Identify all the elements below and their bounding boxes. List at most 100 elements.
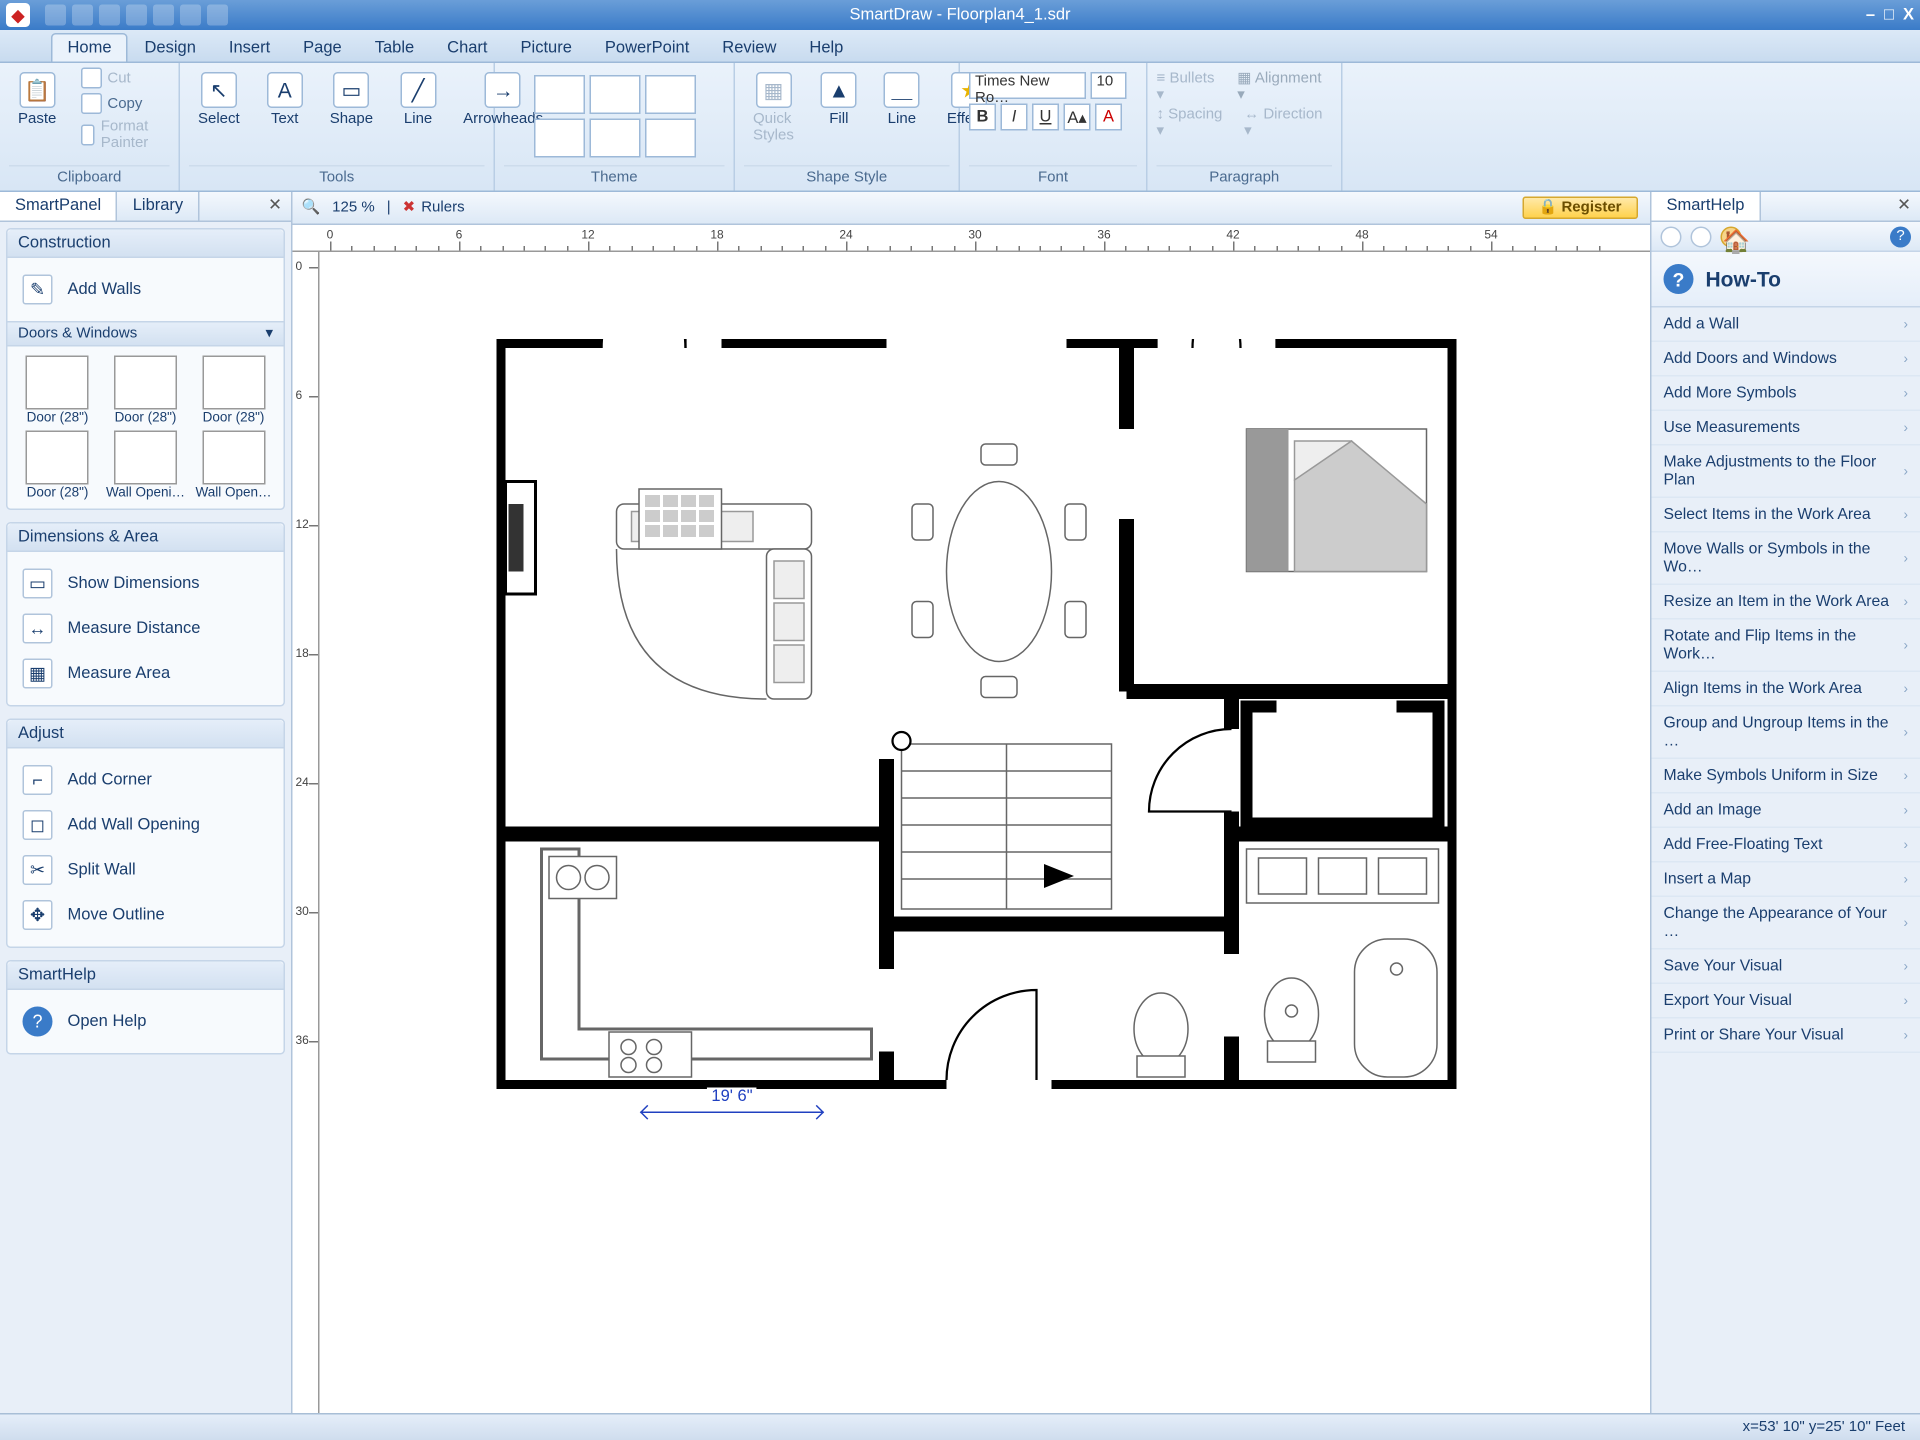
minimize-button[interactable]: – [1866,6,1875,24]
fill-button[interactable]: ▲Fill [812,66,866,134]
drawing-canvas[interactable]: 19' 6" [320,252,1651,1413]
quick-styles-button[interactable]: ▦Quick Styles [744,66,803,150]
tab-help[interactable]: Help [793,33,860,62]
howto-item[interactable]: Make Symbols Uniform in Size› [1652,759,1920,794]
zoom-icon[interactable]: 🔍 [302,200,321,217]
spacing-button[interactable]: ↕ Spacing ▾ [1157,107,1233,140]
direction-button[interactable]: ↔ Direction ▾ [1244,107,1332,140]
font-color-button[interactable]: A [1095,104,1122,131]
howto-item[interactable]: Add a Wall› [1652,308,1920,343]
font-size-select[interactable]: 10 [1091,72,1127,99]
add-corner-tool[interactable]: ⌐Add Corner [17,758,275,803]
door-symbol[interactable]: Door (28") [192,356,274,425]
italic-button[interactable]: I [1001,104,1028,131]
grow-font-button[interactable]: A▴ [1064,104,1091,131]
tab-chart[interactable]: Chart [431,33,504,62]
howto-item[interactable]: Add an Image› [1652,794,1920,829]
howto-item[interactable]: Rotate and Flip Items in the Work…› [1652,620,1920,673]
styles-icon: ▦ [755,72,791,108]
qat-save-icon[interactable] [99,5,120,26]
tab-smarthelp[interactable]: SmartHelp [1652,192,1761,221]
chevron-right-icon: › [1904,551,1909,566]
tab-library[interactable]: Library [118,192,200,221]
howto-item[interactable]: Select Items in the Work Area› [1652,498,1920,533]
tab-powerpoint[interactable]: PowerPoint [588,33,705,62]
paste-button[interactable]: 📋Paste [9,66,65,134]
bullets-button[interactable]: ≡ Bullets ▾ [1157,71,1226,104]
howto-item[interactable]: Make Adjustments to the Floor Plan› [1652,446,1920,499]
door-symbol[interactable]: Door (28") [17,431,99,500]
howto-item[interactable]: Add Free-Floating Text› [1652,828,1920,863]
floorplan-drawing[interactable] [497,339,1457,1089]
door-symbol[interactable]: Door (28") [17,356,99,425]
qat-undo-icon[interactable] [153,5,174,26]
alignment-button[interactable]: ▦ Alignment ▾ [1237,71,1332,104]
cut-button[interactable]: Cut [74,66,169,90]
close-right-panel-icon[interactable]: ✕ [1897,195,1911,215]
cursor-coordinates: x=53' 10" y=25' 10" Feet [1743,1419,1905,1436]
howto-item[interactable]: Insert a Map› [1652,863,1920,898]
underline-button[interactable]: U [1032,104,1059,131]
qat-more-icon[interactable] [207,5,228,26]
maximize-button[interactable]: □ [1884,6,1894,24]
nav-back-icon[interactable] [1661,226,1682,247]
select-tool[interactable]: ↖Select [189,66,249,134]
qat-open-icon[interactable] [72,5,93,26]
tab-page[interactable]: Page [287,33,359,62]
line-tool[interactable]: ╱Line [391,66,445,134]
qat-new-icon[interactable] [45,5,66,26]
tab-insert[interactable]: Insert [212,33,286,62]
tab-picture[interactable]: Picture [504,33,588,62]
register-button[interactable]: 🔒 Register [1522,197,1638,220]
howto-item[interactable]: Add Doors and Windows› [1652,342,1920,377]
qat-print-icon[interactable] [126,5,147,26]
howto-item[interactable]: Use Measurements› [1652,411,1920,446]
tab-table[interactable]: Table [358,33,430,62]
close-button[interactable]: X [1903,6,1914,24]
doors-windows-header[interactable]: Doors & Windows▾ [8,321,284,347]
show-dimensions-tool[interactable]: ▭Show Dimensions [17,561,275,606]
qat-redo-icon[interactable] [180,5,201,26]
howto-item[interactable]: Print or Share Your Visual› [1652,1019,1920,1054]
tab-home[interactable]: Home [51,33,128,62]
howto-item[interactable]: Change the Appearance of Your …› [1652,897,1920,950]
howto-item[interactable]: Move Walls or Symbols in the Wo…› [1652,533,1920,586]
door-symbol[interactable]: Door (28") [104,356,186,425]
move-outline-tool[interactable]: ✥Move Outline [17,893,275,938]
nav-help-icon[interactable]: ? [1890,226,1911,247]
split-wall-tool[interactable]: ✂Split Wall [17,848,275,893]
group-label-theme: Theme [504,165,725,191]
howto-item[interactable]: Resize an Item in the Work Area› [1652,585,1920,620]
chevron-right-icon: › [1904,915,1909,930]
open-help-tool[interactable]: ?Open Help [17,999,275,1044]
add-wall-opening-tool[interactable]: ◻Add Wall Opening [17,803,275,848]
text-tool[interactable]: AText [258,66,312,134]
tab-review[interactable]: Review [706,33,793,62]
line-style-button[interactable]: ＿Line [875,66,929,134]
howto-item[interactable]: Group and Ungroup Items in the …› [1652,707,1920,760]
measure-distance-tool[interactable]: ↔Measure Distance [17,606,275,651]
nav-home-icon[interactable]: 🏠 [1721,226,1742,247]
shape-tool[interactable]: ▭Shape [321,66,382,134]
nav-fwd-icon[interactable] [1691,226,1712,247]
tab-design[interactable]: Design [128,33,212,62]
door-symbol[interactable]: Wall Openi… [104,431,186,500]
font-family-select[interactable]: Times New Ro… [969,72,1086,99]
add-walls-tool[interactable]: ✎Add Walls [17,267,275,312]
howto-item[interactable]: Align Items in the Work Area› [1652,672,1920,707]
bold-button[interactable]: B [969,104,996,131]
copy-button[interactable]: Copy [74,92,169,116]
door-shape-icon [202,431,265,485]
howto-item[interactable]: Save Your Visual› [1652,950,1920,985]
door-symbol[interactable]: Wall Open… [192,431,274,500]
rulers-toggle[interactable]: ✖Rulers [403,200,465,217]
chevron-right-icon: › [1904,872,1909,887]
tab-smartpanel[interactable]: SmartPanel [0,192,118,221]
zoom-value[interactable]: 125 % [332,200,375,217]
measure-area-tool[interactable]: ▦Measure Area [17,651,275,696]
theme-gallery[interactable] [533,74,695,157]
howto-item[interactable]: Export Your Visual› [1652,984,1920,1019]
format-painter-button[interactable]: Format Painter [74,117,169,153]
close-panel-icon[interactable]: ✕ [268,195,282,215]
howto-item[interactable]: Add More Symbols› [1652,377,1920,412]
